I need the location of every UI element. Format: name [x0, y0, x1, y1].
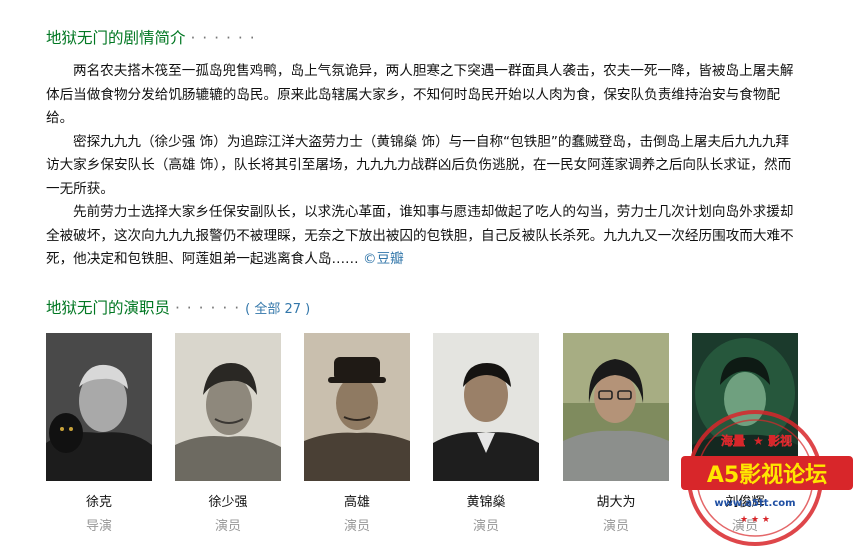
watermark-top-right: 影视	[768, 433, 792, 448]
cast-role: 演员	[343, 519, 370, 534]
cast-name[interactable]: 徐克	[46, 491, 152, 510]
cast-photo[interactable]	[433, 333, 539, 481]
watermark-url: www.a5tt.com	[714, 498, 795, 509]
cast-role: 演员	[214, 519, 241, 534]
cast-photo[interactable]	[175, 333, 281, 481]
synopsis-paragraph-3: 先前劳力士选择大家乡任保安副队长，以求洗心革面，谁知事与愿违却做起了吃人的勾当，…	[46, 201, 801, 272]
cast-photo[interactable]	[563, 333, 669, 481]
stars-icon: ★ ★ ★	[740, 515, 770, 525]
cast-photo[interactable]	[46, 333, 152, 481]
synopsis-heading-dots: · · · · · ·	[190, 29, 256, 47]
cast-name[interactable]: 黄锦燊	[433, 491, 539, 510]
cast-heading-text: 地狱无门的演职员	[46, 299, 171, 317]
all-cast-link[interactable]: ( 全部 27 )	[245, 302, 310, 317]
synopsis-paragraph-2: 密探九九九（徐少强 饰）为追踪江洋大盗劳力士（黄锦燊 饰）与一自称“包铁胆”的蠢…	[46, 133, 792, 197]
synopsis-heading-text: 地狱无门的剧情简介	[46, 29, 186, 47]
cast-member[interactable]: 高雄 演员	[304, 333, 410, 534]
cast-photo[interactable]	[304, 333, 410, 481]
watermark-banner: A5影视论坛	[707, 462, 827, 488]
cast-role: 演员	[602, 519, 629, 534]
synopsis-body: 两名农夫搭木筏至一孤岛兜售鸡鸭，岛上气氛诡异，两人胆寒之下突遇一群面具人袭击，农…	[46, 60, 801, 272]
cast-member[interactable]: 胡大为 演员	[563, 333, 669, 534]
cast-member[interactable]: 徐克 导演	[46, 333, 152, 534]
star-icon: ★	[753, 434, 764, 448]
cast-member[interactable]: 黄锦燊 演员	[433, 333, 539, 534]
cast-name[interactable]: 胡大为	[563, 491, 669, 510]
watermark-seal-icon: 海量 ★ 影视 A5影视论坛 www.a5tt.com ★ ★ ★	[681, 410, 853, 546]
watermark-top-left: 海量	[721, 433, 745, 448]
cast-name[interactable]: 徐少强	[175, 491, 281, 510]
synopsis-heading: 地狱无门的剧情简介 · · · · · ·	[46, 26, 256, 48]
cast-role: 导演	[85, 519, 112, 534]
watermark-stamp: 海量 ★ 影视 A5影视论坛 www.a5tt.com ★ ★ ★	[677, 408, 857, 556]
all-cast-link-text[interactable]: 全部 27	[254, 302, 301, 317]
cast-heading-dots: · · · · · ·	[174, 299, 241, 317]
synopsis-paragraph-1: 两名农夫搭木筏至一孤岛兜售鸡鸭，岛上气氛诡异，两人胆寒之下突遇一群面具人袭击，农…	[46, 63, 794, 126]
cast-member[interactable]: 徐少强 演员	[175, 333, 281, 534]
douban-source-link[interactable]: ©豆瓣	[363, 251, 404, 267]
cast-role: 演员	[472, 519, 499, 534]
cast-name[interactable]: 高雄	[304, 491, 410, 510]
cast-heading: 地狱无门的演职员 · · · · · · ( 全部 27 )	[46, 296, 310, 318]
synopsis-paragraph-3-text: 先前劳力士选择大家乡任保安副队长，以求洗心革面，谁知事与愿违却做起了吃人的勾当，…	[46, 204, 794, 267]
